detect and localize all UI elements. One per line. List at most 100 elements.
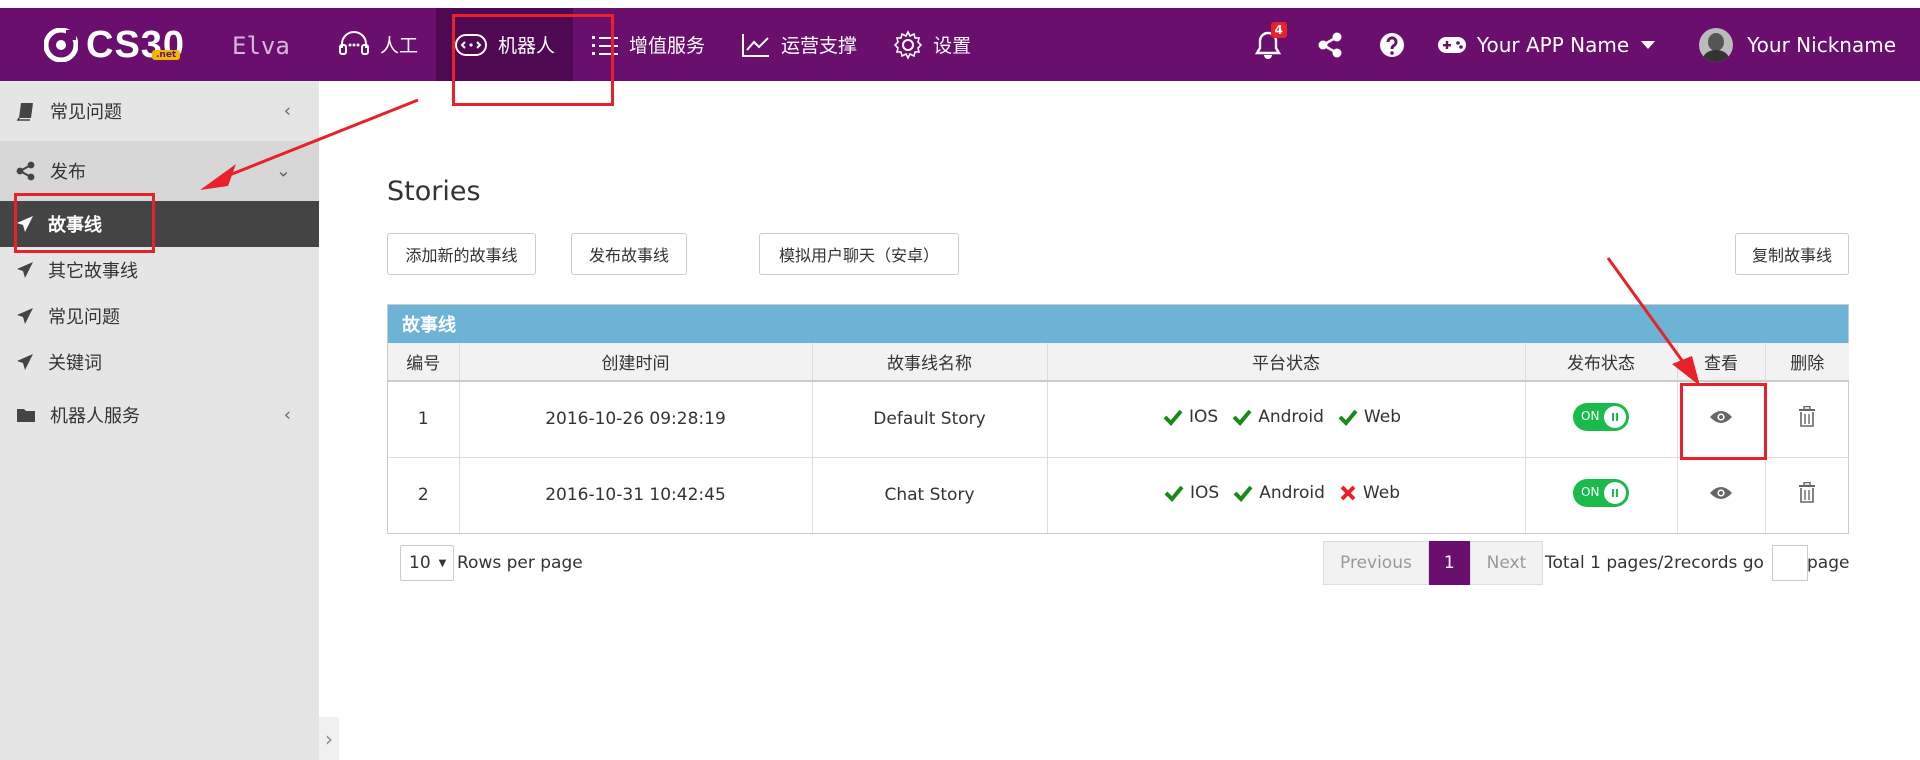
col-header-name[interactable]: 故事线名称 (812, 343, 1048, 382)
copy-storyline-button[interactable]: 复制故事线 (1735, 233, 1849, 275)
top-bar: CS30 .net Elva 人工 机器人 增值服务 运营支撑 设置 4 You… (0, 8, 1920, 81)
gear-icon (893, 29, 923, 60)
cell-publish-status: ON (1525, 457, 1678, 533)
check-icon (1163, 409, 1183, 427)
cell-delete (1765, 381, 1849, 458)
storyline-grid: 编号 创建时间 故事线名称 平台状态 发布状态 查看 删除 1 2016-10-… (388, 343, 1849, 533)
publish-toggle[interactable]: ON (1573, 478, 1629, 507)
toggle-label: ON (1581, 484, 1600, 499)
col-header-delete[interactable]: 删除 (1765, 343, 1849, 382)
paper-plane-icon (17, 308, 33, 324)
sidebar-toggle-button[interactable]: › (319, 717, 339, 760)
publish-toggle[interactable]: ON (1573, 402, 1629, 431)
view-button[interactable] (1709, 409, 1733, 430)
col-header-view[interactable]: 查看 (1677, 343, 1766, 382)
sidebar-label-keywords: 关键词 (48, 353, 102, 374)
avatar (1699, 27, 1734, 62)
cell-publish-status: ON (1525, 381, 1678, 458)
platform-label: Android (1259, 483, 1325, 504)
cell-delete (1765, 457, 1849, 533)
chevron-left-icon: ‹ (283, 100, 291, 122)
cross-icon (1340, 485, 1356, 501)
sidebar-item-robot-service[interactable]: 机器人服务 ‹ (0, 385, 319, 445)
user-menu[interactable]: Your Nickname (1699, 27, 1896, 62)
toggle-label: ON (1581, 408, 1600, 423)
publish-storyline-button[interactable]: 发布故事线 (571, 233, 687, 275)
check-icon (1338, 409, 1358, 427)
notification-badge: 4 (1270, 21, 1287, 38)
cell-created: 2016-10-26 09:28:19 (459, 381, 813, 458)
chart-icon (742, 33, 770, 57)
col-header-publish-status[interactable]: 发布状态 (1525, 343, 1678, 382)
sidebar-item-keywords[interactable]: 关键词 (0, 339, 319, 385)
notifications-button[interactable]: 4 (1251, 21, 1287, 62)
sidebar-item-publish[interactable]: 发布 ⌄ (0, 141, 319, 201)
platform-label: IOS (1190, 483, 1220, 504)
sidebar-label-publish: 发布 (50, 162, 86, 183)
sidebar-item-sub-faq[interactable]: 常见问题 (0, 293, 319, 339)
table-footer: 10 ▼ Rows per page Previous 1 Next Total… (387, 541, 1849, 585)
col-header-id[interactable]: 编号 (388, 343, 460, 382)
page-button-1[interactable]: 1 (1428, 541, 1470, 585)
sidebar-item-other-storyline[interactable]: 其它故事线 (0, 247, 319, 293)
chevron-down-icon (1641, 40, 1656, 49)
sidebar-label-other-storyline: 其它故事线 (48, 261, 138, 282)
check-icon (1233, 485, 1253, 503)
paper-plane-icon (17, 354, 33, 370)
robot-icon (455, 33, 488, 56)
help-button[interactable] (1375, 28, 1409, 62)
gamepad-icon (1437, 36, 1466, 53)
nav-item-human[interactable]: 人工 (320, 8, 436, 81)
cell-view (1677, 457, 1766, 533)
table-row: 2 2016-10-31 10:42:45 Chat Story IOS And… (388, 457, 1849, 533)
chevron-left-icon: ‹ (283, 404, 291, 426)
nav-item-value-added[interactable]: 增值服务 (573, 8, 723, 81)
sidebar-label-storyline: 故事线 (48, 215, 102, 236)
book-icon (16, 103, 33, 121)
nav-label-robot: 机器人 (498, 35, 556, 57)
app-selector[interactable]: Your APP Name (1437, 32, 1656, 57)
nav-label-value-added: 增值服务 (629, 35, 706, 57)
folder-icon (17, 409, 35, 422)
paper-plane-icon (17, 216, 33, 232)
toggle-knob (1604, 405, 1626, 428)
chevron-down-icon: ⌄ (275, 160, 291, 182)
cell-name: Chat Story (812, 457, 1048, 533)
cell-platforms: IOS Android Web (1047, 457, 1526, 533)
nav-item-robot[interactable]: 机器人 (436, 8, 574, 81)
cell-view (1677, 381, 1766, 458)
delete-button[interactable] (1798, 405, 1816, 433)
logo-text: CS30 (86, 23, 186, 66)
col-header-created[interactable]: 创建时间 (459, 343, 813, 382)
logo[interactable]: CS30 (44, 16, 185, 74)
logo-suffix: .net (152, 50, 181, 60)
top-edge (0, 0, 1920, 8)
nav-item-operations[interactable]: 运营支撑 (723, 8, 875, 81)
delete-button[interactable] (1798, 481, 1816, 509)
sidebar: 常见问题 ‹ 发布 ⌄ 故事线 其它故事线 常见问题 关键词 机器人服务 ‹ (0, 81, 319, 760)
table-row: 1 2016-10-26 09:28:19 Default Story IOS … (388, 381, 1849, 458)
nav-item-settings[interactable]: 设置 (875, 8, 989, 81)
nav-label-settings: 设置 (933, 35, 972, 57)
platform-label: Android (1258, 407, 1324, 428)
headset-icon (339, 30, 369, 55)
col-header-platform[interactable]: 平台状态 (1047, 343, 1526, 382)
question-icon (1379, 32, 1404, 57)
paper-plane-icon (17, 262, 33, 278)
sidebar-item-faq[interactable]: 常见问题 ‹ (0, 81, 319, 141)
top-right-tools: 4 Your APP Name Your Nickname (1237, 8, 1920, 81)
add-storyline-button[interactable]: 添加新的故事线 (387, 233, 536, 275)
nav-label-human: 人工 (380, 35, 419, 57)
next-page-button[interactable]: Next (1469, 541, 1544, 585)
sidebar-item-storyline[interactable]: 故事线 (0, 201, 319, 247)
user-nickname: Your Nickname (1747, 32, 1896, 57)
share-button[interactable] (1313, 28, 1347, 62)
main-nav: 人工 机器人 增值服务 运营支撑 设置 (320, 8, 989, 81)
go-to-page-input[interactable] (1772, 545, 1808, 581)
app-name-label: Your APP Name (1476, 32, 1630, 57)
view-button[interactable] (1709, 485, 1733, 506)
rows-per-page-select[interactable]: 10 ▼ (400, 545, 454, 581)
toggle-knob (1604, 481, 1626, 504)
simulate-chat-button[interactable]: 模拟用户聊天（安卓） (759, 233, 959, 275)
previous-page-button[interactable]: Previous (1323, 541, 1429, 585)
